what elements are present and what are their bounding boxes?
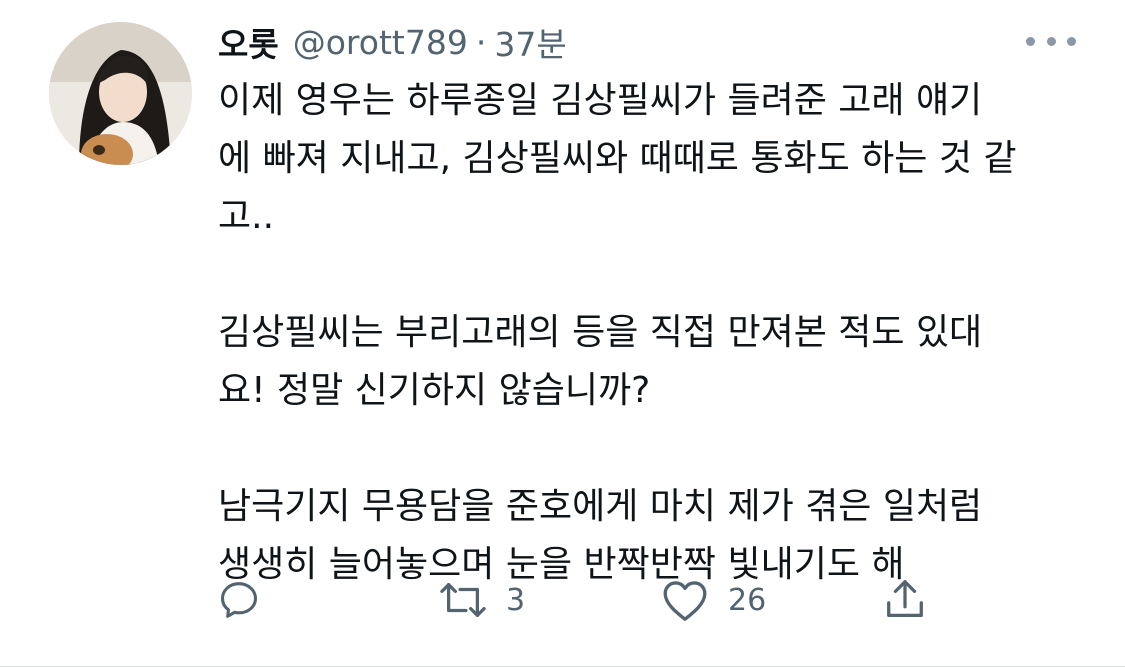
text-line: 에 빠져 지내고, 김상필씨와 때때로 통화도 하는 것 같	[218, 138, 1017, 179]
text-line: 요! 정말 신기하지 않습니까?	[218, 370, 651, 411]
tweet-actions: 3 26	[0, 572, 1125, 628]
like-count: 26	[728, 582, 767, 618]
text-line: 김상필씨는 부리고래의 등을 직접 만져본 적도 있대	[218, 312, 983, 353]
reply-icon	[220, 582, 258, 618]
more-horizontal-icon-dot	[1067, 36, 1076, 46]
more-options-button[interactable]	[1026, 26, 1076, 56]
like-button[interactable]: 26	[660, 572, 766, 628]
tweet-paragraph: 김상필씨는 부리고래의 등을 직접 만져본 적도 있대 요! 정말 신기하지 않…	[218, 304, 1088, 420]
reply-button[interactable]	[216, 572, 280, 628]
retweet-button[interactable]: 3	[438, 572, 525, 628]
text-line: 남극기지 무용담을 준호에게 마치 제가 겪은 일처럼	[218, 486, 983, 527]
tweet-text: 이제 영우는 하루종일 김상필씨가 들려준 고래 얘기 에 빠져 지내고, 김상…	[218, 72, 1088, 594]
tweet-paragraph: 이제 영우는 하루종일 김상필씨가 들려준 고래 얘기 에 빠져 지내고, 김상…	[218, 72, 1088, 246]
retweet-count: 3	[506, 582, 526, 618]
text-line: 이제 영우는 하루종일 김상필씨가 들려준 고래 얘기	[218, 80, 983, 121]
more-horizontal-icon	[1026, 36, 1035, 46]
retweet-icon	[440, 583, 486, 617]
share-button[interactable]	[882, 572, 928, 628]
share-icon	[887, 580, 923, 617]
avatar[interactable]	[49, 22, 192, 165]
separator-dot: ·	[475, 22, 487, 62]
user-handle[interactable]: @orott789	[293, 23, 468, 62]
tweet[interactable]: 오롯 @orott789 · 37분 이제 영우는 하루종일 김상필씨가 들려준…	[0, 0, 1125, 667]
display-name[interactable]: 오롯	[218, 18, 279, 66]
tweet-header: 오롯 @orott789 · 37분	[218, 16, 567, 68]
more-horizontal-icon-dot	[1046, 36, 1056, 46]
avatar-image	[49, 22, 192, 165]
text-line: 고..	[218, 196, 275, 237]
timestamp[interactable]: 37분	[494, 18, 566, 66]
heart-icon	[663, 581, 707, 621]
